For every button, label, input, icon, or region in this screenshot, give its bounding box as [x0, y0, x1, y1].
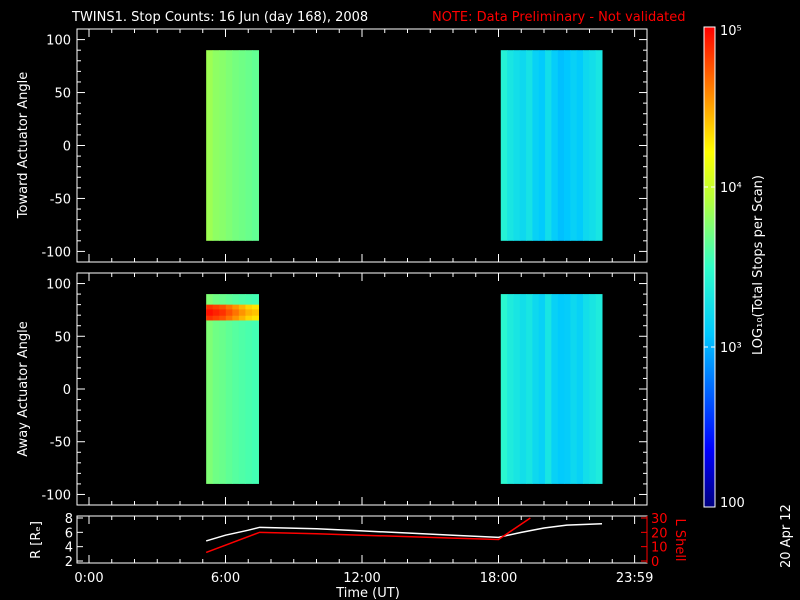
y-tick-label: 4 [65, 541, 73, 556]
colorbar-gradient [703, 26, 716, 508]
heatmap-band-core [219, 309, 227, 316]
preliminary-note: NOTE: Data Preliminary - Not validated [432, 10, 686, 25]
heatmap-column [595, 50, 603, 241]
heatmap-column [538, 294, 546, 484]
y-tick-label: 0 [63, 383, 71, 398]
time-xlabel: Time (UT) [335, 586, 400, 600]
heatmap-column [583, 294, 590, 484]
heatmap-column [551, 294, 559, 484]
heatmap-column [219, 294, 227, 484]
heatmap-column [551, 50, 559, 241]
heatmap-column [545, 50, 552, 241]
heatmap-column [576, 294, 584, 484]
stop-counts-figure: TWINS1. Stop Counts: 16 Jun (day 168), 2… [16, 10, 794, 600]
y-tick-label: -50 [50, 192, 71, 207]
heatmap-column [232, 50, 240, 241]
heatmap-column [238, 50, 246, 241]
heatmap-column [532, 294, 540, 484]
heatmap-column [564, 50, 571, 241]
lshell-ylabel: L Shell [672, 518, 687, 561]
heatmap-column [507, 50, 514, 241]
y-tick-label: 8 [65, 512, 73, 527]
figure-title: TWINS1. Stop Counts: 16 Jun (day 168), 2… [71, 10, 368, 25]
y-tick-label: 50 [54, 330, 71, 345]
y-right-tick-label: 20 [651, 526, 668, 541]
y-tick-label: 50 [54, 87, 71, 102]
heatmap-column [532, 50, 540, 241]
x-tick-label: 0:00 [74, 571, 103, 586]
heatmap-column [557, 294, 565, 484]
heatmap-band-core [238, 309, 246, 316]
heatmap-column [219, 50, 227, 241]
colorbar-tick-label: 10³ [720, 341, 742, 356]
x-tick-label: 6:00 [211, 571, 240, 586]
heatmap-column [206, 50, 214, 241]
away-panel: 100 50 0 -50 -100 [41, 272, 648, 506]
away-ylabel: Away Actuator Angle [16, 321, 31, 456]
colorbar-tick-label: 100 [720, 496, 745, 511]
heatmap-column [212, 50, 220, 241]
heatmap-band-core [212, 309, 220, 316]
y-tick-label: -50 [50, 436, 71, 451]
heatmap-column [538, 50, 546, 241]
colorbar-tick-label: 10⁵ [720, 24, 742, 39]
heatmap-column [212, 294, 220, 484]
toward-ylabel: Toward Actuator Angle [16, 72, 31, 219]
heatmap-band-core [251, 309, 259, 316]
orbit-panel: 2468 0102030 0:00 6:00 12:00 18:00 23:59 [65, 512, 668, 586]
heatmap-column [513, 294, 521, 484]
x-tick-label: 23:59 [616, 571, 653, 586]
heatmap-band-core [245, 309, 253, 316]
heatmap-column [225, 294, 233, 484]
r-ylabel: R [Rₑ] [29, 521, 44, 559]
heatmap-column [595, 294, 603, 484]
heatmap-column [232, 294, 240, 484]
heatmap-column [519, 50, 527, 241]
heatmap-column [500, 50, 508, 241]
heatmap-column [570, 294, 578, 484]
heatmap-column [251, 50, 259, 241]
heatmap-column [564, 294, 571, 484]
heatmap-band-core [232, 309, 240, 316]
heatmap-column [570, 50, 578, 241]
y-tick-label: -100 [41, 245, 71, 260]
heatmap-column [225, 50, 233, 241]
colorbar: 10⁵ 10⁴ 10³ 100 LOG₁₀(Total Stops per Scan) [703, 24, 766, 511]
heatmap-column [206, 294, 214, 484]
colorbar-label: LOG₁₀(Total Stops per Scan) [751, 175, 766, 355]
heatmap-column [513, 50, 521, 241]
heatmap-column [576, 50, 584, 241]
date-stamp: 20 Apr 12 [779, 504, 794, 568]
heatmap-column [589, 50, 597, 241]
y-tick-label: -100 [41, 488, 71, 503]
heatmap-column [251, 294, 259, 484]
heatmap-column [245, 294, 253, 484]
heatmap-column [545, 294, 552, 484]
heatmap-column [526, 294, 533, 484]
heatmap-column [583, 50, 590, 241]
heatmap-band-core [225, 309, 233, 316]
x-tick-label: 18:00 [480, 571, 517, 586]
x-tick-label: 12:00 [343, 571, 380, 586]
y-tick-label: 100 [46, 34, 71, 49]
y-tick-label: 2 [65, 555, 73, 570]
heatmap-column [589, 294, 597, 484]
colorbar-tick-label: 10⁴ [720, 181, 742, 196]
heatmap-column [557, 50, 565, 241]
y-tick-label: 6 [65, 526, 73, 541]
y-right-tick-label: 30 [651, 512, 668, 527]
y-right-tick-label: 10 [651, 541, 668, 556]
heatmap-column [245, 50, 253, 241]
heatmap-column [519, 294, 527, 484]
heatmap-band-core [206, 309, 214, 316]
heatmap-column [238, 294, 246, 484]
y-right-tick-label: 0 [651, 555, 659, 570]
heatmap-column [500, 294, 508, 484]
y-tick-label: 100 [46, 278, 71, 293]
heatmap-column [507, 294, 514, 484]
lshell-series-line [205, 517, 531, 554]
toward-panel: 100 50 0 -50 -100 [41, 28, 648, 263]
y-tick-label: 0 [63, 140, 71, 155]
heatmap-column [526, 50, 533, 241]
